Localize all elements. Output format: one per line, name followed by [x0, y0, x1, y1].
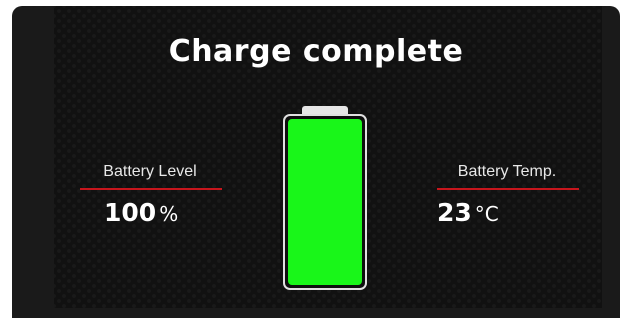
battery-temp-label: Battery Temp.: [457, 163, 557, 180]
battery-level-value: 100%: [104, 198, 178, 227]
battery-level-label: Battery Level: [103, 163, 197, 180]
battery-level-divider: [80, 188, 222, 190]
battery-level-unit: %: [159, 202, 179, 226]
battery-temp-divider: [437, 188, 579, 190]
battery-level-number: 100: [104, 198, 157, 227]
battery-temp-number: 23: [437, 198, 472, 227]
battery-temp-value: 23 °C: [437, 198, 499, 227]
battery-terminal: [302, 106, 348, 114]
battery-temp-unit: °C: [474, 202, 499, 226]
page-title: Charge complete: [168, 34, 464, 69]
battery-charge-fill: [288, 119, 362, 285]
battery-full-icon: [283, 114, 367, 290]
